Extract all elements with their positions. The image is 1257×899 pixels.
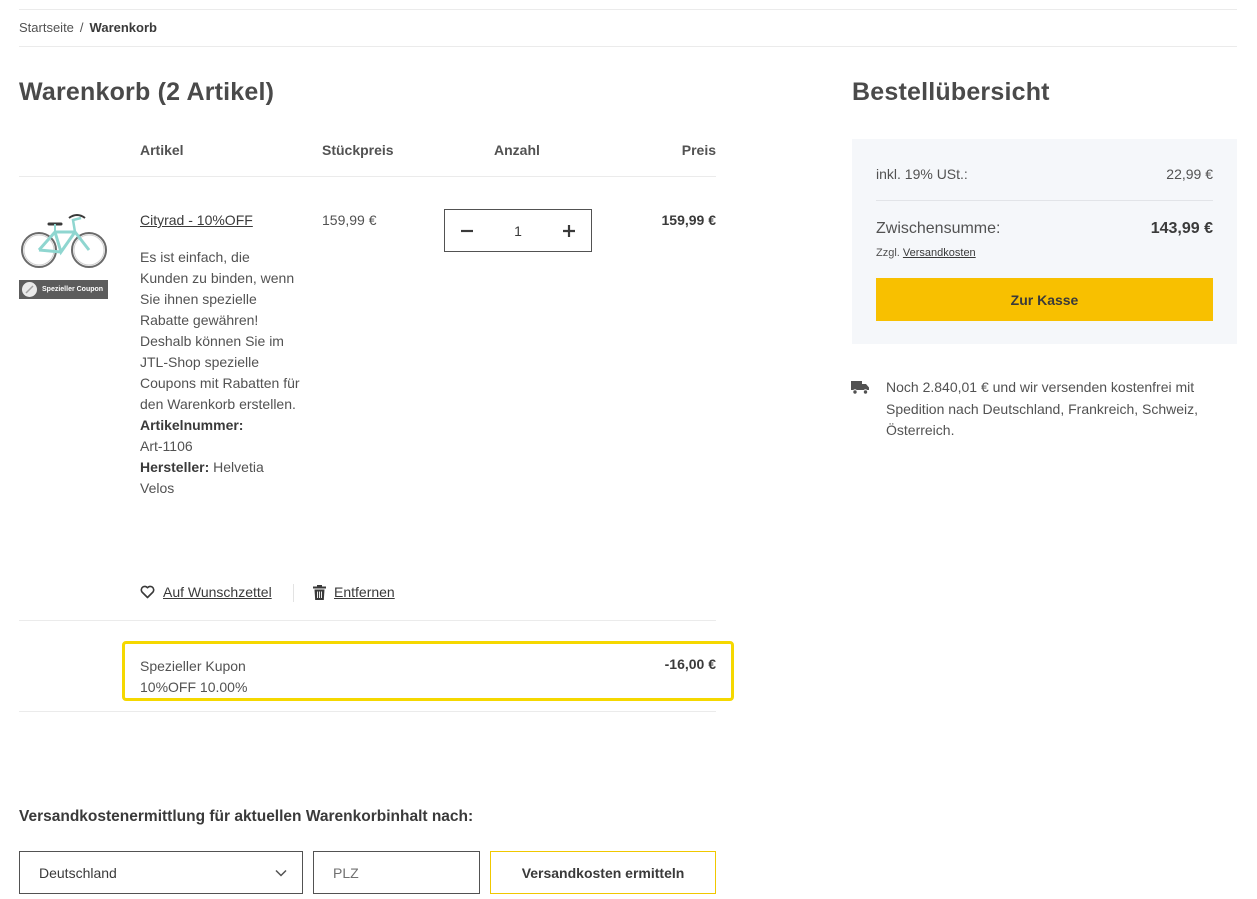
summary-divider [876, 200, 1213, 201]
breadcrumb-current: Warenkorb [89, 20, 157, 35]
shipping-note-prefix: Zzgl. [876, 247, 900, 259]
country-select[interactable]: Deutschland [19, 851, 303, 894]
subtotal-value: 143,99 € [1150, 220, 1213, 237]
coupon-code: 10%OFF 10.00% [140, 679, 248, 695]
remove-label: Entfernen [334, 584, 395, 600]
item-divider [19, 620, 716, 621]
country-select-value: Deutschland [39, 864, 117, 881]
column-article: Artikel [140, 142, 184, 158]
coupon-tag-label: Spezieller Coupon [42, 286, 104, 293]
increase-quantity-button[interactable] [547, 210, 591, 251]
coupon-tag: Spezieller Coupon [19, 280, 108, 299]
coupon-divider [19, 711, 716, 712]
truck-icon [851, 380, 870, 398]
quantity-stepper: 1 [444, 209, 592, 252]
wishlist-label: Auf Wunschzettel [163, 584, 272, 600]
sku-label: Artikelnummer: [140, 417, 244, 433]
bicycle-icon [21, 214, 107, 268]
product-description: Es ist einfach, die Kunden zu binden, we… [140, 249, 300, 412]
product-image[interactable] [19, 210, 108, 276]
line-price: 159,99 € [661, 212, 717, 228]
coupon-tag-icon [22, 282, 37, 297]
action-separator [293, 584, 294, 602]
summary-title: Bestellübersicht [852, 78, 1050, 106]
shipping-calc-title: Versandkostenermittlung für aktuellen Wa… [19, 808, 474, 825]
page-title: Warenkorb (2 Artikel) [19, 78, 275, 106]
product-name-link[interactable]: Cityrad - 10%OFF [140, 212, 253, 228]
breadcrumb: Startseite / Warenkorb [19, 20, 157, 35]
coupon-info: Spezieller Kupon 10%OFF 10.00% [140, 656, 247, 698]
product-details: Es ist einfach, die Kunden zu binden, we… [140, 247, 300, 499]
coupon-amount: -16,00 € [664, 656, 716, 672]
remove-button[interactable]: Entfernen [313, 584, 395, 600]
checkout-button[interactable]: Zur Kasse [876, 278, 1213, 321]
zip-input[interactable] [313, 851, 480, 894]
column-price: Preis [681, 142, 716, 158]
header-divider [19, 176, 716, 177]
unit-price: 159,99 € [322, 212, 377, 228]
free-shipping-info: Noch 2.840,01 € und wir versenden kosten… [886, 379, 1199, 438]
trash-icon [313, 584, 326, 600]
breadcrumb-separator: / [79, 20, 84, 35]
plus-icon [562, 224, 575, 237]
quantity-value[interactable]: 1 [514, 223, 522, 239]
decrease-quantity-button[interactable] [445, 210, 489, 251]
coupon-name: Spezieller Kupon [140, 658, 246, 674]
vat-value: 22,99 € [1166, 166, 1213, 182]
breadcrumb-divider [19, 46, 1237, 47]
shipping-costs-link[interactable]: Versandkosten [903, 247, 976, 259]
manufacturer-label: Hersteller: [140, 459, 210, 475]
wishlist-button[interactable]: Auf Wunschzettel [140, 584, 272, 600]
column-quantity: Anzahl [494, 142, 540, 158]
vat-label: inkl. 19% USt.: [876, 166, 968, 182]
chevron-down-icon [275, 869, 287, 877]
subtotal-label: Zwischensumme: [876, 220, 1001, 237]
calculate-shipping-button[interactable]: Versandkosten ermitteln [490, 851, 716, 894]
column-unit-price: Stückpreis [322, 142, 394, 158]
top-divider [19, 9, 1237, 10]
sku-value: Art-1106 [140, 438, 193, 454]
shipping-note: Zzgl. Versandkosten [876, 247, 976, 259]
heart-icon [140, 585, 155, 599]
minus-icon [461, 229, 473, 232]
breadcrumb-home[interactable]: Startseite [19, 20, 74, 35]
